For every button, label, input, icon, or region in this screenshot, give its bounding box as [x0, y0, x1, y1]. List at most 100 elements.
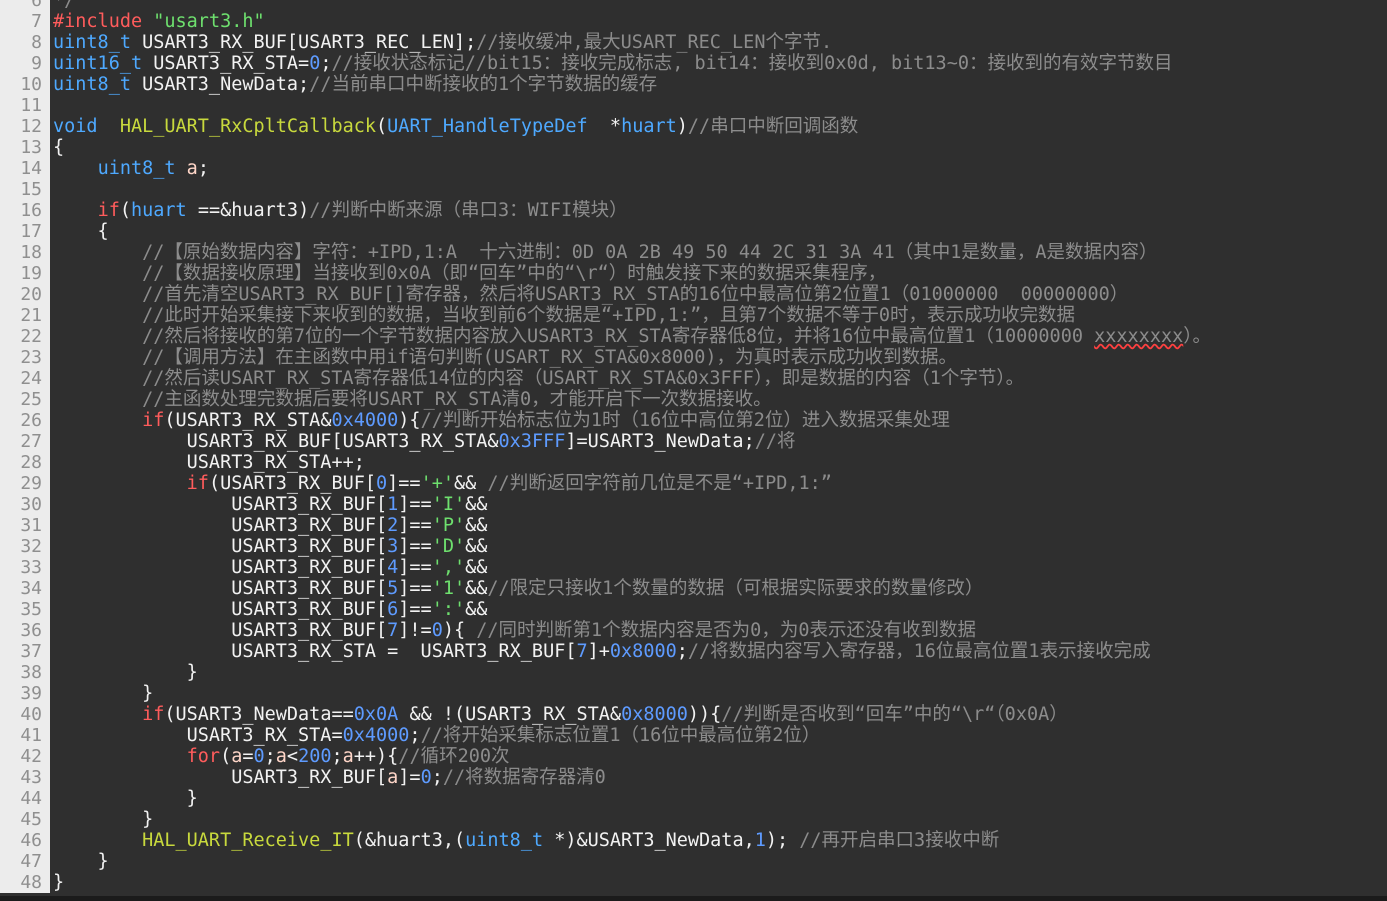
code-text[interactable]: USART3_RX_BUF[4]==','&&	[53, 557, 487, 578]
line-number: 13	[0, 137, 42, 158]
code-text[interactable]: //首先清空USART3_RX_BUF[]寄存器，然后将USART3_RX_ST…	[53, 284, 1128, 305]
code-line[interactable]: 45 }	[0, 809, 1387, 830]
code-line[interactable]: 37 USART3_RX_STA = USART3_RX_BUF[7]+0x80…	[0, 641, 1387, 662]
code-line[interactable]: 20 //首先清空USART3_RX_BUF[]寄存器，然后将USART3_RX…	[0, 284, 1387, 305]
code-line[interactable]: 18 //【原始数据内容】字符：+IPD,1:A 十六进制：0D 0A 2B 4…	[0, 242, 1387, 263]
code-text[interactable]: USART3_RX_BUF[a]=0;//将数据寄存器清0	[53, 767, 606, 788]
code-token: USART3_RX_BUF[	[53, 515, 388, 536]
code-text[interactable]: uint8_t USART3_RX_BUF[USART3_REC_LEN];//…	[53, 32, 832, 53]
code-line[interactable]: 11	[0, 95, 1387, 116]
code-text[interactable]: //【原始数据内容】字符：+IPD,1:A 十六进制：0D 0A 2B 49 5…	[53, 242, 1157, 263]
code-text[interactable]: //【数据接收原理】当接收到0x0A（即“回车”中的“\r“）时触发接下来的数据…	[53, 263, 886, 284]
code-line[interactable]: 44 }	[0, 788, 1387, 809]
code-text[interactable]: USART3_RX_BUF[1]=='I'&&	[53, 494, 487, 515]
code-text[interactable]: uint8_t a;	[53, 158, 209, 179]
code-line[interactable]: 26 if(USART3_RX_STA&0x4000){//判断开始标志位为1时…	[0, 410, 1387, 431]
code-text[interactable]: USART3_RX_BUF[USART3_RX_STA&0x3FFF]=USAR…	[53, 431, 796, 452]
code-line[interactable]: 24 //然后读USART_RX_STA寄存器低14位的内容（USART_RX_…	[0, 368, 1387, 389]
code-line[interactable]: 31 USART3_RX_BUF[2]=='P'&&	[0, 515, 1387, 536]
code-text[interactable]: HAL_UART_Receive_IT(&huart3,(uint8_t *)&…	[53, 830, 999, 851]
code-line[interactable]: 16 if(huart ==&huart3)//判断中断来源（串口3：WIFI模…	[0, 200, 1387, 221]
code-text[interactable]: if(USART3_RX_BUF[0]=='+'&& //判断返回字符前几位是不…	[53, 473, 832, 494]
code-text[interactable]: uint16_t USART3_RX_STA=0;//接收状态标记//bit15…	[53, 53, 1172, 74]
code-line[interactable]: 48}	[0, 872, 1387, 893]
code-text[interactable]: if(USART3_NewData==0x0A && !(USART3_RX_S…	[53, 704, 1068, 725]
code-line[interactable]: 7 #include "usart3.h"	[0, 11, 1387, 32]
code-line[interactable]: 35 USART3_RX_BUF[6]==':'&&	[0, 599, 1387, 620]
code-line[interactable]: 10 uint8_t USART3_NewData;//当前串口中断接收的1个字节…	[0, 74, 1387, 95]
code-text[interactable]: }	[53, 872, 64, 893]
code-text[interactable]: USART3_RX_STA=0x4000;//将开始采集标志位置1（16位中最高…	[53, 725, 821, 746]
code-text[interactable]: void HAL_UART_RxCpltCallback(UART_Handle…	[53, 116, 858, 137]
code-text[interactable]: #include "usart3.h"	[53, 11, 265, 32]
code-token: 0x8000	[609, 641, 677, 662]
code-line[interactable]: 42 for(a=0;a<200;a++){//循环200次	[0, 746, 1387, 767]
code-line[interactable]: 27 USART3_RX_BUF[USART3_RX_STA&0x3FFF]=U…	[0, 431, 1387, 452]
code-text[interactable]: USART3_RX_BUF[2]=='P'&&	[53, 515, 487, 536]
code-line[interactable]: 15	[0, 179, 1387, 200]
code-text[interactable]: //然后读USART_RX_STA寄存器低14位的内容（USART_RX_STA…	[53, 368, 1024, 389]
code-text[interactable]: if(USART3_RX_STA&0x4000){//判断开始标志位为1时（16…	[53, 410, 950, 431]
code-token: {	[53, 137, 65, 158]
gutter-separator	[42, 851, 50, 872]
code-text[interactable]: USART3_RX_BUF[7]!=0){ //同时判断第1个数据内容是否为0，…	[53, 620, 976, 641]
line-number: 9	[0, 53, 42, 74]
code-text[interactable]: USART3_RX_BUF[3]=='D'&&	[53, 536, 487, 557]
code-text[interactable]: //【调用方法】在主函数中用if语句判断(USART_RX_STA&0x8000…	[53, 347, 957, 368]
code-line[interactable]: 36 USART3_RX_BUF[7]!=0){ //同时判断第1个数据内容是否…	[0, 620, 1387, 641]
code-line[interactable]: 33 USART3_RX_BUF[4]==','&&	[0, 557, 1387, 578]
code-token: 3	[387, 536, 399, 557]
code-token: USART3_RX_BUF[	[53, 557, 388, 578]
code-text[interactable]: USART3_RX_BUF[6]==':'&&	[53, 599, 487, 620]
code-line[interactable]: 46 HAL_UART_Receive_IT(&huart3,(uint8_t …	[0, 830, 1387, 851]
code-line[interactable]: 47 }	[0, 851, 1387, 872]
line-number: 47	[0, 851, 42, 872]
code-line[interactable]: 22 //然后将接收的第7位的一个字节数据内容放入USART3_RX_STA寄存…	[0, 326, 1387, 347]
code-editor[interactable]: 6 */ 7 #include "usart3.h" 8 uint8_t USART3_R…	[0, 0, 1387, 901]
code-line[interactable]: 14 uint8_t a;	[0, 158, 1387, 179]
code-token: ]==	[398, 536, 432, 557]
code-text[interactable]: USART3_RX_BUF[5]=='1'&&//限定只接收1个数量的数据（可根…	[53, 578, 983, 599]
code-line[interactable]: 38 }	[0, 662, 1387, 683]
code-line[interactable]: 21 //此时开始采集接下来收到的数据，当收到前6个数据是“+IPD,1:”，且…	[0, 305, 1387, 326]
code-line[interactable]: 30 USART3_RX_BUF[1]=='I'&&	[0, 494, 1387, 515]
code-line[interactable]: 9 uint16_t USART3_RX_STA=0;//接收状态标记//bit1…	[0, 53, 1387, 74]
code-line[interactable]: 12 void HAL_UART_RxCpltCallback(UART_Hand…	[0, 116, 1387, 137]
code-text[interactable]: }	[53, 809, 153, 830]
code-line[interactable]: 29 if(USART3_RX_BUF[0]=='+'&& //判断返回字符前几…	[0, 473, 1387, 494]
code-text[interactable]: //然后将接收的第7位的一个字节数据内容放入USART3_RX_STA寄存器低8…	[53, 326, 1211, 347]
code-text[interactable]: //主函数处理完数据后要将USART_RX_STA清0，才能开启下一次数据接收。	[53, 389, 772, 410]
code-line[interactable]: 34 USART3_RX_BUF[5]=='1'&&//限定只接收1个数量的数据…	[0, 578, 1387, 599]
code-text[interactable]: */	[53, 0, 75, 11]
code-text[interactable]: USART3_RX_STA = USART3_RX_BUF[7]+0x8000;…	[53, 641, 1151, 662]
code-text[interactable]: }	[53, 662, 198, 683]
code-line[interactable]: 19 //【数据接收原理】当接收到0x0A（即“回车”中的“\r“）时触发接下来…	[0, 263, 1387, 284]
code-text[interactable]: uint8_t USART3_NewData;//当前串口中断接收的1个字节数据…	[53, 74, 657, 95]
code-text[interactable]: }	[53, 788, 198, 809]
code-text[interactable]: }	[53, 683, 153, 704]
code-token: ]+	[587, 641, 610, 662]
code-text[interactable]: if(huart ==&huart3)//判断中断来源（串口3：WIFI模块）	[53, 200, 628, 221]
code-line[interactable]: 8 uint8_t USART3_RX_BUF[USART3_REC_LEN];/…	[0, 32, 1387, 53]
code-token: 0x3FFF	[498, 431, 566, 452]
code-line[interactable]: 13 {	[0, 137, 1387, 158]
code-text[interactable]: for(a=0;a<200;a++){//循环200次	[53, 746, 510, 767]
code-text[interactable]: }	[53, 851, 109, 872]
code-line[interactable]: 23 //【调用方法】在主函数中用if语句判断(USART_RX_STA&0x8…	[0, 347, 1387, 368]
code-text[interactable]: {	[53, 221, 109, 242]
code-line[interactable]: 40 if(USART3_NewData==0x0A && !(USART3_R…	[0, 704, 1387, 725]
code-token: //将数据内容写入寄存器，16位最高位置1表示接收完成	[687, 641, 1151, 662]
code-line[interactable]: 6 */	[0, 0, 1387, 11]
code-line[interactable]: 41 USART3_RX_STA=0x4000;//将开始采集标志位置1（16位…	[0, 725, 1387, 746]
code-line[interactable]: 17 {	[0, 221, 1387, 242]
code-line[interactable]: 43 USART3_RX_BUF[a]=0;//将数据寄存器清0	[0, 767, 1387, 788]
code-line[interactable]: 39 }	[0, 683, 1387, 704]
horizontal-scrollbar[interactable]	[0, 896, 1387, 901]
code-line[interactable]: 25 //主函数处理完数据后要将USART_RX_STA清0，才能开启下一次数据…	[0, 389, 1387, 410]
code-text[interactable]: //此时开始采集接下来收到的数据，当收到前6个数据是“+IPD,1:”，且第7个…	[53, 305, 1075, 326]
code-token: //将开始采集标志位置1（16位中最高位第2位）	[420, 725, 821, 746]
code-text[interactable]: USART3_RX_STA++;	[53, 452, 365, 473]
code-text[interactable]: {	[53, 137, 64, 158]
code-line[interactable]: 28 USART3_RX_STA++;	[0, 452, 1387, 473]
code-line[interactable]: 32 USART3_RX_BUF[3]=='D'&&	[0, 536, 1387, 557]
